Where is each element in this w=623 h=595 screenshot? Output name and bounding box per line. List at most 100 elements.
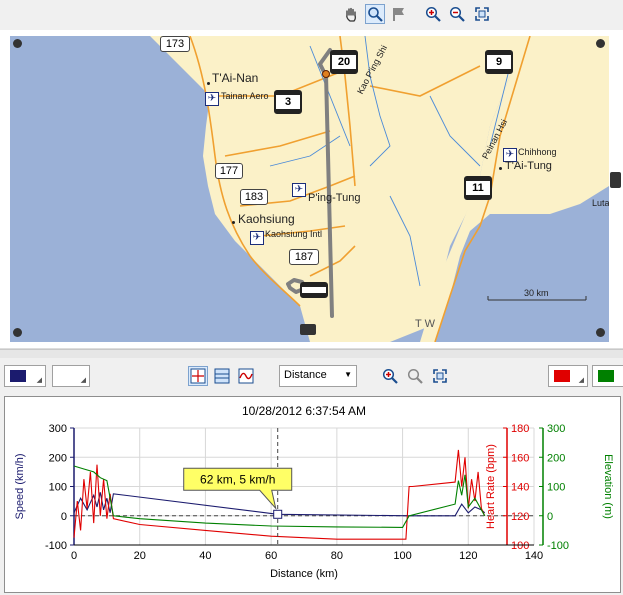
place-label: P'ing-Tung <box>308 192 361 204</box>
hand-pan-icon <box>346 7 356 22</box>
chart-zoom-in-button[interactable] <box>380 366 400 386</box>
series-dropdown[interactable]: ◢ <box>52 365 90 387</box>
heart-rate-color-swatch <box>554 370 570 382</box>
smooth-wave-icon <box>238 368 254 384</box>
crosshair-icon <box>190 368 206 384</box>
zoom-in-icon <box>425 6 441 22</box>
corner-handle[interactable] <box>13 328 22 337</box>
route-shield: 183 <box>240 189 268 205</box>
corner-handle[interactable] <box>596 39 605 48</box>
flag-tool-button[interactable] <box>389 4 409 24</box>
heart-rate-axis-label: Heart Rate (bpm) <box>485 444 497 529</box>
zoom-out-button[interactable] <box>447 4 467 24</box>
cursor-point-marker <box>273 509 283 519</box>
place-label: Kaohsiung Intl <box>265 229 323 239</box>
x-tick-label: 60 <box>265 550 277 562</box>
route-shield: 20 <box>330 50 358 74</box>
heart-rate-tick-label: 180 <box>511 423 529 435</box>
city-dot <box>499 167 502 170</box>
zoom-extents-icon <box>475 7 489 21</box>
route-marker <box>322 70 330 78</box>
airport-icon: ✈ <box>250 231 264 245</box>
scale-label: 30 km <box>524 288 549 298</box>
route-shield-blank <box>300 282 328 298</box>
smooth-button[interactable] <box>236 366 256 386</box>
route-shield: 3 <box>274 90 302 114</box>
corner-handle[interactable] <box>13 39 22 48</box>
zoom-out-icon <box>449 6 465 22</box>
map-view[interactable]: 173 20 9 3 177 183 11 187 T'Ai-Nan ✈ Tai… <box>10 36 609 342</box>
zoom-tool-button[interactable] <box>365 4 385 24</box>
split-view-button[interactable] <box>212 366 232 386</box>
x-axis-label: Distance (km) <box>270 568 338 580</box>
speed-tick-label: 100 <box>49 482 67 494</box>
place-label: T'Ai-Tung <box>505 160 552 172</box>
map-toolbar <box>0 0 623 30</box>
zoom-extents-icon <box>433 369 447 383</box>
heart-rate-tick-label: 100 <box>511 540 529 552</box>
place-label: Chihhong <box>518 147 557 157</box>
route-shield: 9 <box>485 50 513 74</box>
speed-color-dropdown[interactable]: ◢ <box>4 365 46 387</box>
chart-zoom-out-button[interactable] <box>405 366 425 386</box>
speed-tick-label: -100 <box>45 540 67 552</box>
split-view-icon <box>214 368 230 384</box>
heart-rate-color-dropdown[interactable]: ◢ <box>548 365 588 387</box>
heart-rate-tick-label: 140 <box>511 482 529 494</box>
elevation-tick-label: -100 <box>547 540 569 552</box>
x-axis-mode-value: Distance <box>284 369 327 381</box>
pan-tool-button[interactable] <box>341 4 361 24</box>
elevation-tick-label: 0 <box>547 511 553 523</box>
elevation-tick-label: 300 <box>547 423 565 435</box>
right-resize-handle[interactable] <box>610 172 621 188</box>
zoom-in-icon <box>382 368 398 384</box>
elevation-tick-label: 100 <box>547 482 565 494</box>
route-shield: 187 <box>289 249 319 265</box>
route-shield: 11 <box>464 176 492 200</box>
x-tick-label: 80 <box>331 550 343 562</box>
corner-handle[interactable] <box>596 328 605 337</box>
elevation-color-dropdown[interactable] <box>592 365 623 387</box>
elevation-color-swatch <box>598 370 614 382</box>
city-dot <box>207 82 210 85</box>
crosshair-button[interactable] <box>188 366 208 386</box>
dropdown-arrow-icon: ◢ <box>578 377 584 384</box>
city-dot <box>232 221 235 224</box>
x-tick-label: 100 <box>393 550 411 562</box>
chart-panel: 10/28/2012 6:37:54 AM 0 20 40 60 80 100 120 140 -… <box>4 396 621 593</box>
dropdown-arrow-icon: ▼ <box>344 370 352 379</box>
x-tick-label: 40 <box>199 550 211 562</box>
zoom-out-icon <box>407 368 423 384</box>
speed-axis-label: Speed (km/h) <box>14 453 26 519</box>
dropdown-arrow-icon: ◢ <box>36 377 42 384</box>
speed-tick-label: 200 <box>49 452 67 464</box>
speed-color-swatch <box>10 370 26 382</box>
route-shield: 177 <box>215 163 243 179</box>
chart-toolbar: ◢ ◢ Distance ▼ ◢ <box>0 358 623 394</box>
place-label: T W <box>415 318 435 330</box>
chart-zoom-extents-button[interactable] <box>430 366 450 386</box>
elevation-tick-label: 200 <box>547 452 565 464</box>
x-tick-label: 120 <box>459 550 477 562</box>
speed-tick-label: 300 <box>49 423 67 435</box>
place-label: Tainan Aero <box>221 91 269 101</box>
place-label: Luta <box>592 198 609 208</box>
x-tick-label: 0 <box>71 550 77 562</box>
zoom-in-button[interactable] <box>423 4 443 24</box>
airport-icon: ✈ <box>205 92 219 106</box>
speed-tick-label: 0 <box>61 511 67 523</box>
x-tick-label: 20 <box>134 550 146 562</box>
zoom-extents-button[interactable] <box>472 4 492 24</box>
zoom-magnifier-icon <box>368 7 383 22</box>
cursor-callout-label: 62 km, 5 km/h <box>200 472 275 486</box>
flag-icon <box>393 8 404 21</box>
route-shield: 173 <box>160 36 190 52</box>
elevation-axis-label: Elevation (m) <box>602 454 614 519</box>
bottom-resize-handle[interactable] <box>300 324 316 335</box>
heart-rate-tick-label: 160 <box>511 452 529 464</box>
heart-rate-tick-label: 120 <box>511 511 529 523</box>
map-panel: 173 20 9 3 177 183 11 187 T'Ai-Nan ✈ Tai… <box>0 30 623 349</box>
place-label: T'Ai-Nan <box>212 71 259 85</box>
x-axis-mode-select[interactable]: Distance ▼ <box>279 365 357 387</box>
profile-chart[interactable]: 10/28/2012 6:37:54 AM 0 20 40 60 80 100 120 140 -… <box>5 397 620 592</box>
